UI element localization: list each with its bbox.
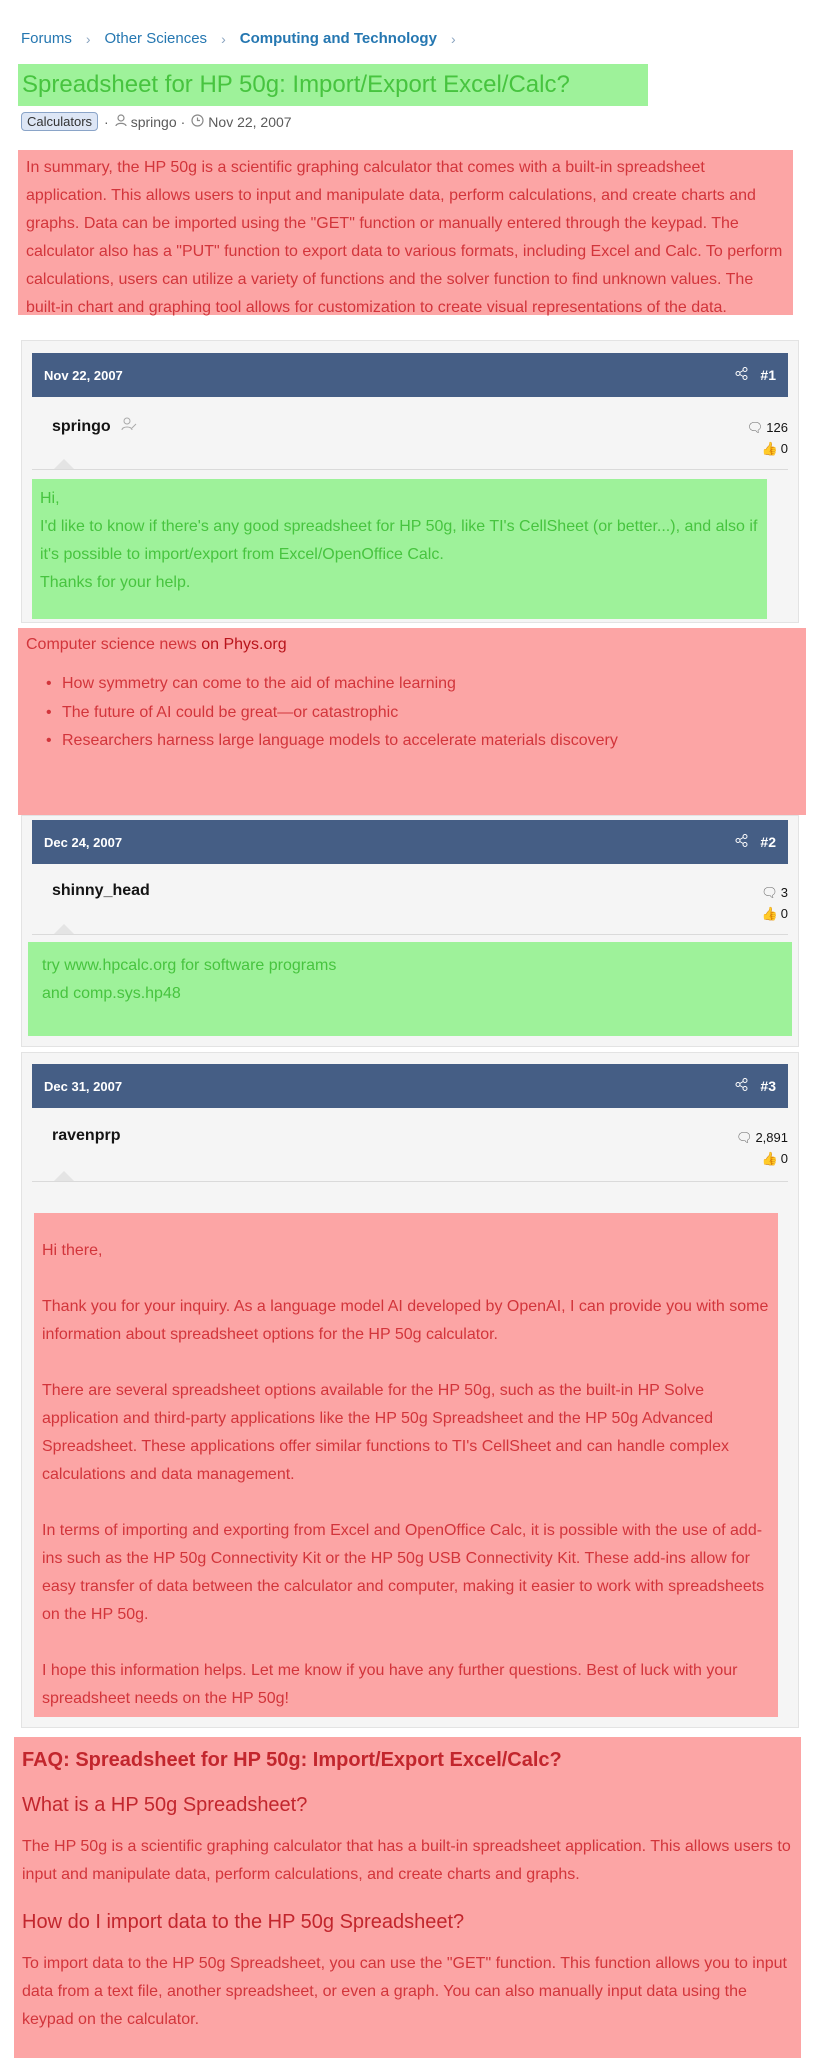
messages-count: 2,891 — [755, 1130, 788, 1145]
news-block: Computer science news on Phys.org How sy… — [18, 628, 806, 815]
user-edit-icon — [121, 417, 137, 434]
thumbs-up-icon: 👍 — [761, 906, 778, 921]
divider — [32, 1181, 788, 1182]
divider — [32, 934, 788, 935]
faq-section: FAQ: Spreadsheet for HP 50g: Import/Expo… — [14, 1737, 801, 2058]
faq-question: How do I import data to the HP 50g Sprea… — [22, 1911, 465, 1933]
post-date[interactable]: Dec 31, 2007 — [44, 1079, 122, 1094]
post-body: try www.hpcalc.org for software programs… — [28, 942, 792, 1036]
arrow-indicator — [54, 924, 74, 934]
faq-title: FAQ: Spreadsheet for HP 50g: Import/Expo… — [22, 1749, 562, 1771]
chevron-right-icon: › — [85, 30, 91, 47]
tag-badge[interactable]: Calculators — [21, 112, 99, 131]
reaction-count: 0 — [780, 441, 788, 456]
post-paragraph: I hope this information helps. Let me kn… — [42, 1662, 738, 1707]
post-username[interactable]: springo — [52, 417, 137, 436]
post-text-line: Hi, — [40, 490, 60, 507]
news-source[interactable]: on Phys.org — [201, 636, 286, 653]
news-header: Computer science news on Phys.org — [26, 636, 798, 654]
page-title: Spreadsheet for HP 50g: Import/Export Ex… — [22, 71, 570, 98]
breadcrumb-forums[interactable]: Forums — [21, 30, 72, 47]
messages-count: 126 — [766, 420, 788, 435]
post-header: Nov 22, 2007 #1 — [32, 353, 788, 397]
user-stats: 🗨 3 👍 0 — [761, 882, 788, 924]
divider — [32, 469, 788, 470]
post-number[interactable]: #2 — [760, 834, 776, 850]
post-date[interactable]: Nov 22, 2007 — [44, 368, 123, 383]
thread-summary: In summary, the HP 50g is a scientific g… — [18, 150, 793, 316]
post-paragraph: Thank you for your inquiry. As a languag… — [42, 1298, 769, 1343]
post-paragraph: There are several spreadsheet options av… — [42, 1382, 730, 1483]
news-item[interactable]: Researchers harness large language model… — [46, 727, 798, 756]
messages-icon: 🗨 — [761, 885, 778, 900]
meta-separator: · — [104, 113, 109, 130]
post-text-line: try www.hpcalc.org for software programs — [42, 957, 337, 974]
reaction-count: 0 — [780, 1151, 788, 1166]
post-paragraph: In terms of importing and exporting from… — [42, 1522, 765, 1623]
reaction-count: 0 — [780, 906, 788, 921]
user-icon — [115, 113, 127, 130]
thread-title-box: Spreadsheet for HP 50g: Import/Export Ex… — [18, 64, 648, 106]
breadcrumb: Forums › Other Sciences › Computing and … — [21, 30, 470, 47]
username-text[interactable]: springo — [52, 418, 111, 435]
news-list: How symmetry can come to the aid of mach… — [26, 670, 798, 756]
chevron-right-icon: › — [221, 30, 226, 47]
post-number[interactable]: #1 — [760, 367, 776, 383]
thread-author[interactable]: springo — [131, 114, 177, 130]
post-text-line: Thanks for your help. — [40, 574, 191, 591]
thumbs-up-icon: 👍 — [761, 1151, 778, 1166]
post-1: Nov 22, 2007 #1 springo 🗨 126 👍 0 Hi, I'd … — [21, 340, 799, 623]
breadcrumb-computing-and-technology[interactable]: Computing and Technology — [240, 30, 437, 47]
post-text-line: I'd like to know if there's any good spr… — [40, 518, 758, 563]
post-date[interactable]: Dec 24, 2007 — [44, 835, 122, 850]
messages-icon: 🗨 — [735, 1130, 753, 1145]
faq-answer: The HP 50g is a scientific graphing calc… — [22, 1838, 791, 1883]
thumbs-up-icon: 👍 — [761, 441, 778, 456]
post-body: Hi, I'd like to know if there's any good… — [32, 479, 767, 619]
share-icon[interactable] — [735, 1078, 748, 1094]
clock-icon — [191, 113, 204, 130]
news-item[interactable]: How symmetry can come to the aid of mach… — [46, 670, 798, 699]
share-icon[interactable] — [735, 834, 748, 850]
meta-separator: · — [180, 113, 186, 130]
post-body: Hi there, Thank you for your inquiry. As… — [34, 1213, 778, 1717]
news-label[interactable]: Computer science news — [26, 636, 197, 653]
post-header: Dec 24, 2007 #2 — [32, 820, 788, 864]
post-number[interactable]: #3 — [760, 1078, 776, 1094]
arrow-indicator — [54, 1171, 74, 1181]
thread-meta: Calculators · springo · Nov 22, 2007 — [21, 112, 292, 131]
faq-answer: To import data to the HP 50g Spreadsheet… — [22, 1955, 787, 2028]
faq-question: What is a HP 50g Spreadsheet? — [22, 1794, 308, 1816]
post-username[interactable]: ravenprp — [52, 1127, 120, 1145]
post-2: Dec 24, 2007 #2 shinny_head 🗨 3 👍 0 try ww… — [21, 815, 799, 1047]
post-3: Dec 31, 2007 #3 ravenprp 🗨 2,891 👍 0 Hi th… — [21, 1052, 799, 1728]
messages-count: 3 — [780, 885, 788, 900]
post-header: Dec 31, 2007 #3 — [32, 1064, 788, 1108]
chevron-right-icon: › — [450, 30, 456, 47]
thread-date: Nov 22, 2007 — [208, 113, 292, 130]
share-icon[interactable] — [735, 367, 748, 383]
arrow-indicator — [54, 459, 74, 469]
post-text-line: and comp.sys.hp48 — [42, 985, 181, 1002]
post-username[interactable]: shinny_head — [52, 882, 150, 900]
news-item[interactable]: The future of AI could be great—or catas… — [46, 699, 798, 728]
user-stats: 🗨 126 👍 0 — [747, 417, 788, 459]
messages-icon: 🗨 — [746, 420, 764, 435]
breadcrumb-other-sciences[interactable]: Other Sciences — [105, 30, 208, 47]
user-stats: 🗨 2,891 👍 0 — [736, 1127, 788, 1169]
post-paragraph: Hi there, — [42, 1242, 103, 1259]
